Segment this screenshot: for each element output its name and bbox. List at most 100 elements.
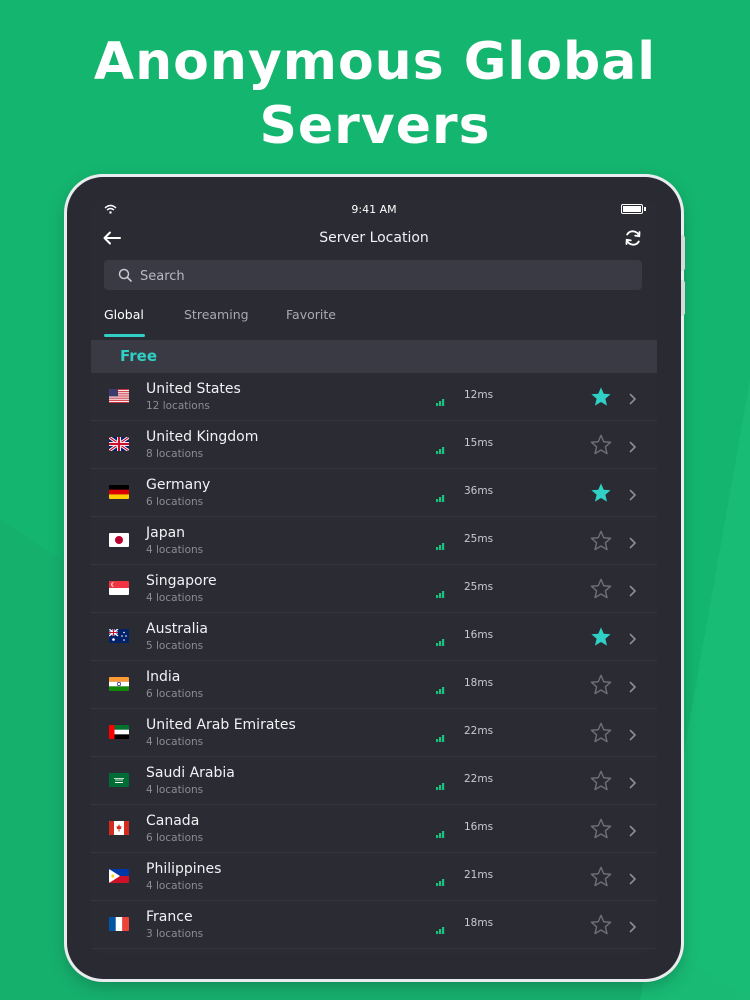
signal-strength-icon xyxy=(436,583,447,602)
tablet-side-button xyxy=(681,235,685,271)
country-name: Japan xyxy=(146,525,186,541)
star-outline-icon[interactable] xyxy=(590,578,612,603)
tablet-side-button xyxy=(681,280,685,316)
location-count: 4 locations xyxy=(146,880,204,892)
search-box[interactable] xyxy=(104,260,642,292)
chevron-right-icon xyxy=(629,630,637,649)
search-input[interactable] xyxy=(138,260,632,292)
server-row[interactable]: Singapore 4 locations 25ms xyxy=(91,565,657,613)
location-count: 8 locations xyxy=(146,448,204,460)
country-name: Germany xyxy=(146,477,211,493)
headline: Anonymous Global Servers xyxy=(0,30,750,158)
chevron-right-icon xyxy=(629,486,637,505)
signal-strength-icon xyxy=(436,919,447,938)
chevron-right-icon xyxy=(629,390,637,409)
tab-global[interactable]: Global xyxy=(104,307,144,322)
status-time: 9:41 AM xyxy=(351,203,397,216)
location-count: 4 locations xyxy=(146,784,204,796)
server-row[interactable]: Germany 6 locations 36ms xyxy=(91,469,657,517)
server-row[interactable]: Japan 4 locations 25ms xyxy=(91,517,657,565)
country-name: Saudi Arabia xyxy=(146,765,235,781)
star-outline-icon[interactable] xyxy=(590,722,612,747)
country-name: India xyxy=(146,669,181,685)
signal-strength-icon xyxy=(436,775,447,794)
chevron-right-icon xyxy=(629,822,637,841)
tab-favorite[interactable]: Favorite xyxy=(286,307,336,322)
star-outline-icon[interactable] xyxy=(590,530,612,555)
server-row[interactable]: United Kingdom 8 locations 15ms xyxy=(91,421,657,469)
status-bar: 9:41 AM xyxy=(91,201,657,217)
location-count: 5 locations xyxy=(146,640,204,652)
ping-value: 36ms xyxy=(464,485,494,497)
ping-value: 12ms xyxy=(464,389,494,401)
star-outline-icon[interactable] xyxy=(590,674,612,699)
signal-strength-icon xyxy=(436,679,447,698)
uk-flag-icon xyxy=(109,437,129,451)
app-screen: 9:41 AM Server Location Global Streaming… xyxy=(91,201,657,954)
ping-value: 25ms xyxy=(464,581,494,593)
country-name: United Arab Emirates xyxy=(146,717,296,733)
star-outline-icon[interactable] xyxy=(590,866,612,891)
location-count: 4 locations xyxy=(146,544,204,556)
tab-streaming[interactable]: Streaming xyxy=(184,307,249,322)
us-flag-icon xyxy=(109,389,129,403)
star-outline-icon[interactable] xyxy=(590,770,612,795)
ping-value: 22ms xyxy=(464,773,494,785)
server-row[interactable]: Saudi Arabia 4 locations 22ms xyxy=(91,757,657,805)
server-row[interactable]: Hongkong xyxy=(91,949,657,954)
server-row[interactable]: United Arab Emirates 4 locations 22ms xyxy=(91,709,657,757)
signal-strength-icon xyxy=(436,727,447,746)
server-row[interactable]: India 6 locations 18ms xyxy=(91,661,657,709)
ping-value: 22ms xyxy=(464,725,494,737)
country-name: France xyxy=(146,909,193,925)
ping-value: 16ms xyxy=(464,821,494,833)
tab-bar: Global Streaming Favorite xyxy=(91,299,657,339)
nav-bar: Server Location xyxy=(91,223,657,255)
chevron-right-icon xyxy=(629,774,637,793)
server-row[interactable]: Philippines 4 locations 21ms xyxy=(91,853,657,901)
location-count: 3 locations xyxy=(146,928,204,940)
star-outline-icon[interactable] xyxy=(590,914,612,939)
section-title: Free xyxy=(120,347,158,365)
germany-flag-icon xyxy=(109,485,129,499)
ping-value: 18ms xyxy=(464,917,494,929)
india-flag-icon xyxy=(109,677,129,691)
server-row[interactable]: Australia 5 locations 16ms xyxy=(91,613,657,661)
location-count: 12 locations xyxy=(146,400,210,412)
section-header: Free xyxy=(91,340,657,373)
country-name: Singapore xyxy=(146,573,217,589)
chevron-right-icon xyxy=(629,918,637,937)
location-count: 6 locations xyxy=(146,832,204,844)
page-title: Server Location xyxy=(319,230,429,246)
country-name: United States xyxy=(146,381,241,397)
refresh-icon[interactable] xyxy=(623,228,643,248)
chevron-right-icon xyxy=(629,726,637,745)
server-list: United States 12 locations 12ms United King… xyxy=(91,373,657,954)
server-row[interactable]: France 3 locations 18ms xyxy=(91,901,657,949)
country-name: United Kingdom xyxy=(146,429,259,445)
chevron-right-icon xyxy=(629,534,637,553)
active-tab-indicator xyxy=(104,334,145,337)
star-filled-icon[interactable] xyxy=(590,482,612,507)
singapore-flag-icon xyxy=(109,581,129,595)
star-filled-icon[interactable] xyxy=(590,386,612,411)
france-flag-icon xyxy=(109,917,129,931)
server-row[interactable]: Canada 6 locations 16ms xyxy=(91,805,657,853)
star-filled-icon[interactable] xyxy=(590,626,612,651)
chevron-right-icon xyxy=(629,438,637,457)
headline-line-2: Servers xyxy=(259,96,491,156)
signal-strength-icon xyxy=(436,439,447,458)
star-outline-icon[interactable] xyxy=(590,434,612,459)
signal-strength-icon xyxy=(436,487,447,506)
server-row[interactable]: United States 12 locations 12ms xyxy=(91,373,657,421)
signal-strength-icon xyxy=(436,823,447,842)
chevron-right-icon xyxy=(629,678,637,697)
chevron-right-icon xyxy=(629,870,637,889)
star-outline-icon[interactable] xyxy=(590,818,612,843)
location-count: 6 locations xyxy=(146,688,204,700)
saudi-flag-icon xyxy=(109,773,129,787)
country-name: Canada xyxy=(146,813,200,829)
ping-value: 15ms xyxy=(464,437,494,449)
philippines-flag-icon xyxy=(109,869,129,883)
country-name: Philippines xyxy=(146,861,222,877)
